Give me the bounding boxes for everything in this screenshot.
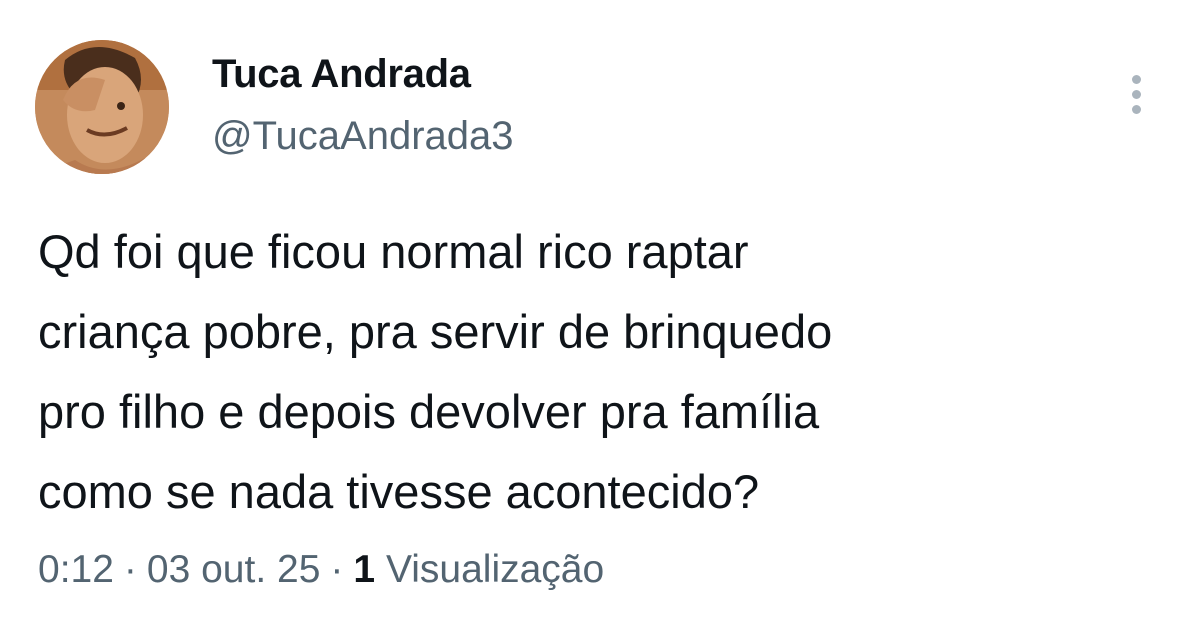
views-label[interactable]: Visualização <box>386 548 604 591</box>
tweet-card: Tuca Andrada @TucaAndrada3 Qd foi que fi… <box>0 0 1200 635</box>
more-options-button[interactable] <box>1120 70 1152 118</box>
avatar[interactable] <box>35 40 169 174</box>
tweet-metadata: 0:12 · 03 out. 25 · 1 Visualização <box>38 548 604 592</box>
more-vertical-icon <box>1131 74 1141 84</box>
views-count: 1 <box>353 548 376 591</box>
tweet-text-line: criança pobre, pra servir de brinquedo <box>38 305 833 358</box>
more-vertical-icon-dot <box>1131 89 1141 99</box>
user-handle[interactable]: @TucaAndrada3 <box>212 114 514 159</box>
tweet-date[interactable]: 03 out. 25 <box>147 548 320 591</box>
tweet-text: Qd foi que ficou normal rico raptar cria… <box>38 212 1168 532</box>
tweet-time[interactable]: 0:12 <box>38 548 114 591</box>
meta-separator: · <box>123 548 137 591</box>
avatar-photo <box>35 40 169 174</box>
meta-separator: · <box>330 548 344 591</box>
tweet-text-line: pro filho e depois devolver pra família <box>38 385 820 438</box>
tweet-text-line: como se nada tivesse acontecido? <box>38 465 760 518</box>
more-vertical-icon-dot <box>1131 104 1141 114</box>
display-name[interactable]: Tuca Andrada <box>212 52 471 97</box>
tweet-text-line: Qd foi que ficou normal rico raptar <box>38 225 749 278</box>
